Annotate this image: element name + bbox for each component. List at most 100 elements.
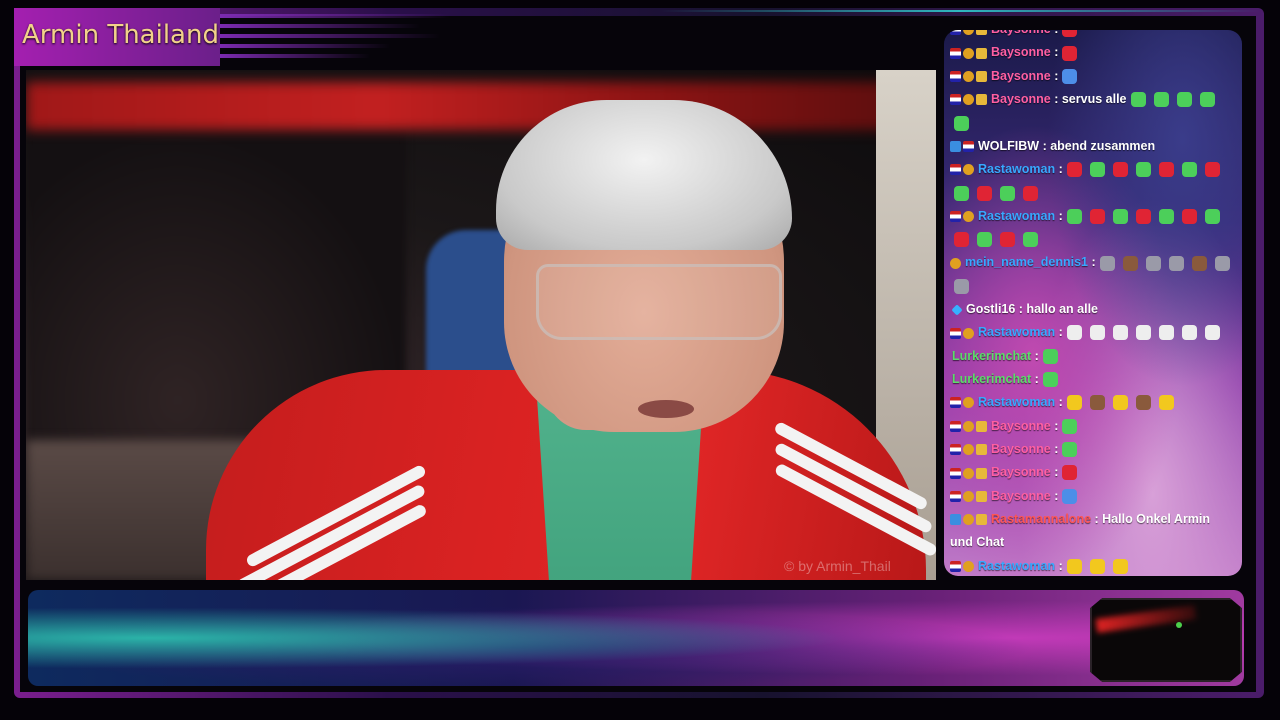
gold-badge-icon xyxy=(963,210,974,222)
chat-username[interactable]: Gostli16 xyxy=(966,302,1015,316)
flag-icon xyxy=(950,94,961,106)
grey-emote-icon xyxy=(1145,255,1161,271)
gold-badge-icon xyxy=(963,94,974,106)
chat-badges xyxy=(950,88,989,111)
gold-badge-icon xyxy=(963,420,974,432)
chat-message: Baysonne : xyxy=(950,65,1236,88)
chat-text: : xyxy=(1050,441,1059,456)
crown-badge-icon xyxy=(976,70,987,82)
chat-username[interactable]: Baysonne xyxy=(991,30,1051,36)
white-emote-icon xyxy=(1204,325,1220,341)
chat-username[interactable]: Baysonne xyxy=(991,442,1051,456)
green-emote-icon xyxy=(1181,162,1197,178)
green-emote-icon xyxy=(954,185,969,201)
chat-message: Rastawoman : xyxy=(950,158,1236,205)
green-emote-icon xyxy=(1204,208,1220,224)
red-emote-icon xyxy=(1062,45,1078,61)
chat-text: : xyxy=(1055,395,1063,410)
chat-username[interactable]: Rastawoman xyxy=(978,559,1055,573)
flag-icon xyxy=(950,327,961,339)
green-emote-icon xyxy=(954,115,969,131)
video-glasses xyxy=(536,264,782,340)
white-emote-icon xyxy=(1181,325,1197,341)
chat-badges xyxy=(950,30,989,41)
chat-badges xyxy=(950,321,976,344)
red-emote-icon xyxy=(1112,162,1128,178)
white-emote-icon xyxy=(1089,325,1105,341)
chat-username[interactable]: Lurkerimchat xyxy=(952,372,1031,386)
gold-badge-icon xyxy=(963,30,974,36)
chat-message: Baysonne : xyxy=(950,41,1236,64)
gem-badge-icon xyxy=(951,304,963,316)
chat-message: Gostli16 : hallo an alle xyxy=(950,298,1236,321)
red-emote-icon xyxy=(1023,185,1038,201)
white-emote-icon xyxy=(1112,325,1128,341)
gold-badge-icon xyxy=(950,257,961,269)
chat-text: : xyxy=(1050,465,1059,480)
chat-text: : xyxy=(1055,208,1063,223)
chat-message: Rastawoman : xyxy=(950,555,1236,576)
chat-username[interactable]: WOLFIBW xyxy=(978,139,1039,153)
chat-username[interactable]: Rastawoman xyxy=(978,162,1055,176)
chat-username[interactable]: Rastawoman xyxy=(978,325,1055,339)
blue-emote-icon xyxy=(1062,488,1078,504)
gold-badge-icon xyxy=(963,47,974,59)
chat-badges xyxy=(950,41,989,64)
chat-username[interactable]: Lurkerimchat xyxy=(952,349,1031,363)
red-emote-icon xyxy=(977,185,992,201)
crown-badge-icon xyxy=(976,444,987,456)
white-emote-icon xyxy=(1135,325,1151,341)
chat-username[interactable]: Baysonne xyxy=(991,45,1051,59)
chat-badges xyxy=(950,555,976,576)
chat-username[interactable]: Baysonne xyxy=(991,92,1051,106)
flag-icon xyxy=(950,164,961,176)
green-emote-icon xyxy=(1000,185,1015,201)
chat-text: : xyxy=(1050,488,1059,503)
chat-message: Baysonne : xyxy=(950,30,1236,41)
chat-badges xyxy=(950,508,989,531)
chat-badges xyxy=(950,251,963,274)
green-emote-icon xyxy=(1135,162,1151,178)
chat-text: : xyxy=(1031,348,1039,363)
red-emote-icon xyxy=(1204,162,1220,178)
chat-message: Lurkerimchat : xyxy=(950,345,1236,368)
chat-message: Baysonne : xyxy=(950,461,1236,484)
blue-emote-icon xyxy=(1062,68,1078,84)
flag-icon xyxy=(963,140,974,152)
chat-username[interactable]: Baysonne xyxy=(991,419,1051,433)
chat-text: : xyxy=(1050,418,1059,433)
chat-badges xyxy=(950,391,976,414)
green-emote-icon xyxy=(1112,208,1128,224)
chat-username[interactable]: Rastamannalone xyxy=(991,512,1091,526)
red-emote-icon xyxy=(1000,232,1015,248)
chat-username[interactable]: Rastawoman xyxy=(978,395,1055,409)
flag-icon xyxy=(950,467,961,479)
gold-badge-icon xyxy=(963,70,974,82)
chat-username[interactable]: Baysonne xyxy=(991,69,1051,83)
green-emote-icon xyxy=(1199,92,1215,108)
chat-username[interactable]: Baysonne xyxy=(991,489,1051,503)
red-emote-icon xyxy=(1066,162,1082,178)
grey-emote-icon xyxy=(1168,255,1184,271)
mod-badge-icon xyxy=(950,140,961,152)
green-emote-icon xyxy=(977,232,992,248)
chat-text: : xyxy=(1055,325,1063,340)
green-emote-icon xyxy=(1130,92,1146,108)
yellow-emote-icon xyxy=(1112,558,1128,574)
green-emote-icon xyxy=(1042,348,1058,364)
camera-red-light xyxy=(1095,605,1197,633)
chat-text: : xyxy=(1087,255,1096,270)
chat-badges xyxy=(950,415,989,438)
flag-icon xyxy=(950,30,961,36)
grey-emote-icon xyxy=(1099,255,1115,271)
chat-username[interactable]: mein_name_dennis1 xyxy=(965,255,1088,269)
gold-badge-icon xyxy=(963,164,974,176)
chat-message: Lurkerimchat : xyxy=(950,368,1236,391)
chat-username[interactable]: Rastawoman xyxy=(978,209,1055,223)
chat-panel[interactable]: Baysonne :Baysonne :Baysonne :Baysonne :… xyxy=(944,30,1242,576)
crown-badge-icon xyxy=(976,467,987,479)
flag-icon xyxy=(950,490,961,502)
chat-text: : xyxy=(1050,68,1059,83)
chat-username[interactable]: Baysonne xyxy=(991,465,1051,479)
gold-badge-icon xyxy=(963,514,974,526)
